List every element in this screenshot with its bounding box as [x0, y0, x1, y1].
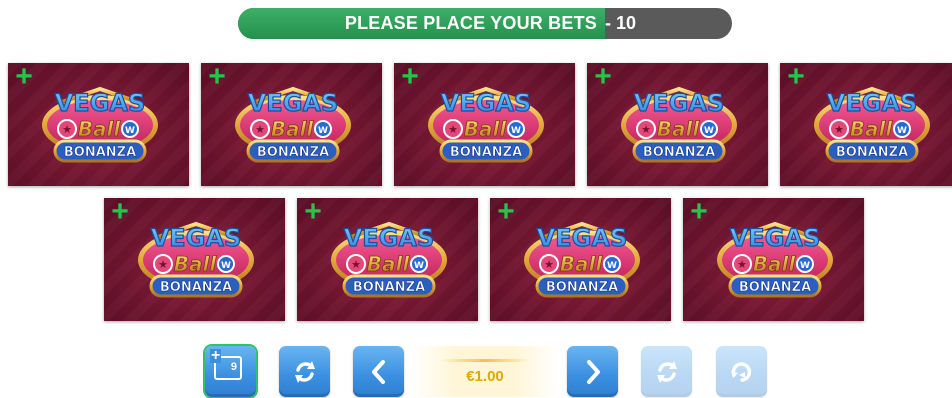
logo-bonanza-text: BONANZA [450, 145, 522, 160]
svg-text:W: W [125, 126, 135, 136]
plus-icon[interactable]: + [495, 198, 517, 227]
logo-vegas-text: VEGAS [441, 89, 532, 117]
logo-bonanza-text: BONANZA [64, 145, 136, 160]
svg-text:★: ★ [834, 123, 844, 136]
bingo-card[interactable]: + VEGAS ★ Ball W BONANZA [8, 63, 189, 186]
logo-bonanza-text: BONANZA [160, 280, 232, 295]
vegas-ball-bonanza-logo: VEGAS ★ Ball W BONANZA [519, 214, 645, 306]
banner-label: PLEASE PLACE YOUR BETS [344, 13, 597, 33]
stake-decrease-button[interactable] [353, 346, 404, 397]
plus-icon[interactable]: + [785, 63, 807, 92]
logo-vegas-text: VEGAS [730, 224, 821, 252]
logo-ball-text: Ball [367, 252, 411, 276]
plus-icon[interactable]: + [109, 198, 131, 227]
logo-ball-text: Ball [78, 117, 122, 141]
vegas-ball-bonanza-logo: VEGAS ★ Ball W BONANZA [423, 79, 549, 171]
svg-text:★: ★ [448, 123, 458, 136]
countdown-remaining-area: - 10 [605, 8, 732, 39]
svg-text:W: W [704, 126, 714, 136]
rebet-icon [656, 360, 677, 383]
svg-text:★: ★ [737, 258, 747, 271]
logo-bonanza-text: BONANZA [643, 145, 715, 160]
logo-vegas-text: VEGAS [827, 89, 918, 117]
logo-ball-text: Ball [271, 117, 315, 141]
add-cards-count: 9 [230, 361, 237, 373]
bingo-card[interactable]: + VEGAS ★ Ball W BONANZA [490, 198, 671, 321]
svg-text:★: ★ [641, 123, 651, 136]
plus-icon[interactable]: + [302, 198, 324, 227]
auto-play-button[interactable] [716, 346, 767, 397]
svg-text:★: ★ [544, 258, 554, 271]
bingo-card[interactable]: + VEGAS ★ Ball W BONANZA [587, 63, 768, 186]
logo-vegas-text: VEGAS [344, 224, 435, 252]
bingo-card[interactable]: + VEGAS ★ Ball W BONANZA [201, 63, 382, 186]
svg-text:★: ★ [255, 123, 265, 136]
logo-vegas-text: VEGAS [55, 89, 146, 117]
stake-display: €1.00 [410, 346, 560, 397]
logo-ball-text: Ball [657, 117, 701, 141]
chevron-left-icon [371, 359, 385, 384]
refresh-cards-button[interactable] [279, 346, 330, 397]
add-cards-icon: + 9 [210, 348, 242, 380]
add-nine-cards-button[interactable]: + 9 [205, 346, 256, 397]
vegas-ball-bonanza-logo: VEGAS ★ Ball W BONANZA [133, 214, 259, 306]
refresh-icon [294, 360, 315, 383]
plus-icon[interactable]: + [592, 63, 614, 92]
logo-bonanza-text: BONANZA [257, 145, 329, 160]
svg-text:W: W [221, 261, 231, 271]
svg-text:W: W [511, 126, 521, 136]
bingo-card[interactable]: + VEGAS ★ Ball W BONANZA [780, 63, 952, 186]
logo-bonanza-text: BONANZA [546, 280, 618, 295]
svg-text:★: ★ [351, 258, 361, 271]
logo-bonanza-text: BONANZA [836, 145, 908, 160]
svg-text:W: W [607, 261, 617, 271]
logo-bonanza-text: BONANZA [739, 280, 811, 295]
logo-ball-text: Ball [850, 117, 894, 141]
svg-text:W: W [897, 126, 907, 136]
svg-text:★: ★ [62, 123, 72, 136]
logo-bonanza-text: BONANZA [353, 280, 425, 295]
bingo-card[interactable]: + VEGAS ★ Ball W BONANZA [394, 63, 575, 186]
svg-text:W: W [414, 261, 424, 271]
plus-icon[interactable]: + [399, 63, 421, 92]
plus-icon[interactable]: + [688, 198, 710, 227]
bingo-card[interactable]: + VEGAS ★ Ball W BONANZA [104, 198, 285, 321]
logo-ball-text: Ball [174, 252, 218, 276]
rebet-button[interactable] [641, 346, 692, 397]
logo-vegas-text: VEGAS [634, 89, 725, 117]
plus-icon[interactable]: + [13, 63, 35, 92]
vegas-ball-bonanza-logo: VEGAS ★ Ball W BONANZA [616, 79, 742, 171]
auto-play-icon [730, 361, 751, 382]
vegas-ball-bonanza-logo: VEGAS ★ Ball W BONANZA [37, 79, 163, 171]
svg-text:W: W [800, 261, 810, 271]
logo-ball-text: Ball [464, 117, 508, 141]
svg-text:W: W [318, 126, 328, 136]
vegas-ball-bonanza-logo: VEGAS ★ Ball W BONANZA [809, 79, 935, 171]
countdown-progress-fill: PLEASE PLACE YOUR BETS [238, 8, 605, 39]
logo-vegas-text: VEGAS [151, 224, 242, 252]
stake-value: €1.00 [466, 367, 504, 385]
logo-vegas-text: VEGAS [248, 89, 339, 117]
vegas-ball-bonanza-logo: VEGAS ★ Ball W BONANZA [230, 79, 356, 171]
logo-ball-text: Ball [753, 252, 797, 276]
countdown-number: - 10 [605, 13, 637, 33]
plus-icon[interactable]: + [206, 63, 228, 92]
bingo-card[interactable]: + VEGAS ★ Ball W BONANZA [683, 198, 864, 321]
vegas-ball-bonanza-logo: VEGAS ★ Ball W BONANZA [712, 214, 838, 306]
bets-countdown-banner: PLEASE PLACE YOUR BETS - 10 [238, 8, 732, 39]
logo-vegas-text: VEGAS [537, 224, 628, 252]
bingo-card[interactable]: + VEGAS ★ Ball W BONANZA [297, 198, 478, 321]
chevron-right-icon [586, 359, 600, 384]
logo-ball-text: Ball [560, 252, 604, 276]
vegas-ball-bonanza-logo: VEGAS ★ Ball W BONANZA [326, 214, 452, 306]
stake-increase-button[interactable] [567, 346, 618, 397]
svg-text:★: ★ [158, 258, 168, 271]
